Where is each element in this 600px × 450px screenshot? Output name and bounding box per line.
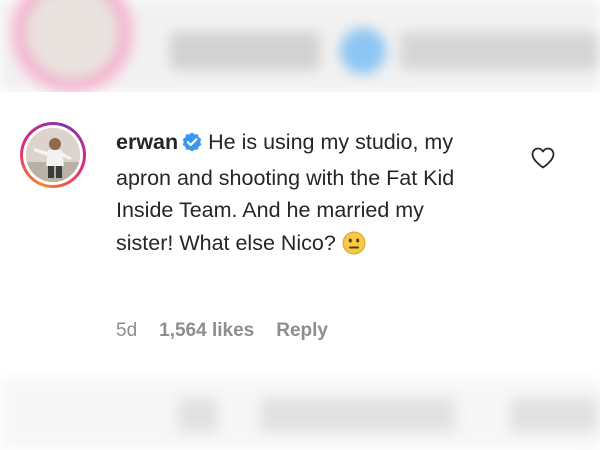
comment-meta: 5d 1,564 likes Reply [116,320,350,342]
blurred-verified-icon [340,28,386,74]
comment-time[interactable]: 5d [116,320,137,341]
blurred-avatar [10,0,135,95]
comment-likes[interactable]: 1,564 likes [159,320,254,341]
blurred-username [170,32,320,70]
reply-button[interactable]: Reply [276,320,328,341]
person-photo-icon [26,128,80,182]
blurred-next-comment [0,378,600,450]
neutral-face-emoji-icon [342,231,366,265]
blurred-likes [260,398,455,432]
comment-body: erwan He is using my studio, my apron and… [116,126,486,264]
blurred-previous-comment [0,0,600,95]
comment: erwan He is using my studio, my apron and… [0,92,600,378]
avatar-ring-gap [23,125,83,185]
blurred-reply [510,398,600,432]
avatar-photo [26,128,80,182]
avatar[interactable] [20,122,86,188]
comment-username[interactable]: erwan [116,130,178,154]
heart-outline-icon[interactable] [530,146,556,170]
verified-badge-icon [182,129,202,162]
blurred-text [400,32,600,70]
blurred-time [178,398,218,432]
